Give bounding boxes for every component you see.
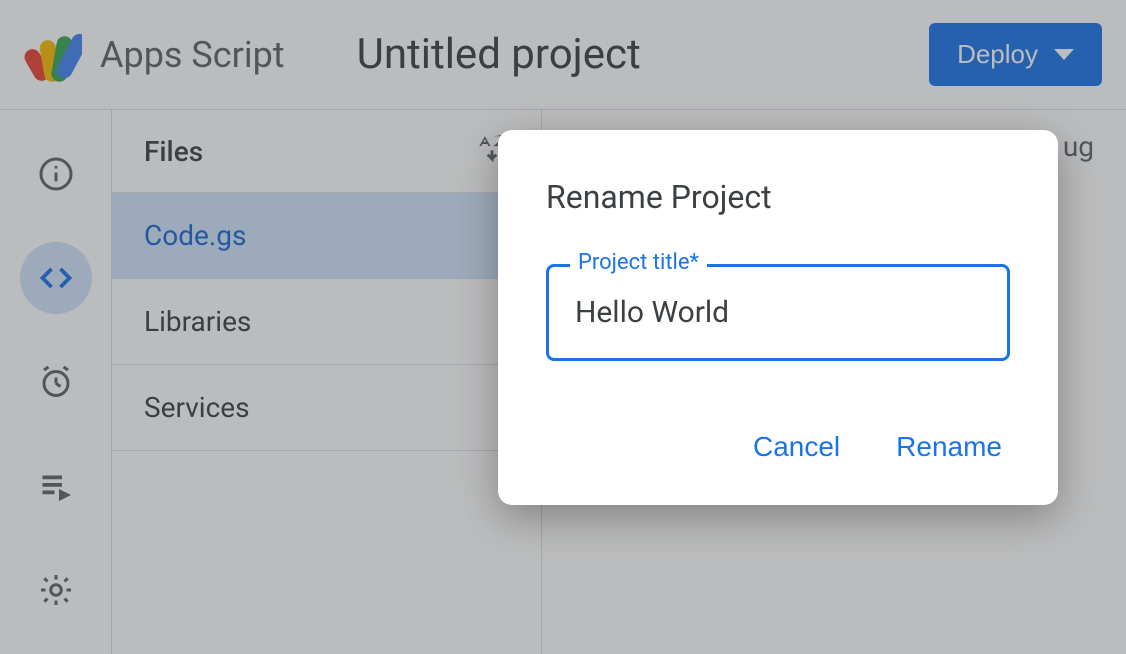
dialog-title: Rename Project [546,178,1010,216]
rename-project-dialog: Rename Project Project title* Cancel Ren… [498,130,1058,505]
project-title-label: Project title* [570,250,707,275]
dialog-actions: Cancel Rename [546,421,1010,473]
project-title-input[interactable] [546,264,1010,361]
rename-button[interactable]: Rename [888,421,1010,473]
cancel-button[interactable]: Cancel [745,421,848,473]
project-title-field-wrapper: Project title* [546,264,1010,361]
modal-overlay[interactable]: Rename Project Project title* Cancel Ren… [0,0,1126,654]
